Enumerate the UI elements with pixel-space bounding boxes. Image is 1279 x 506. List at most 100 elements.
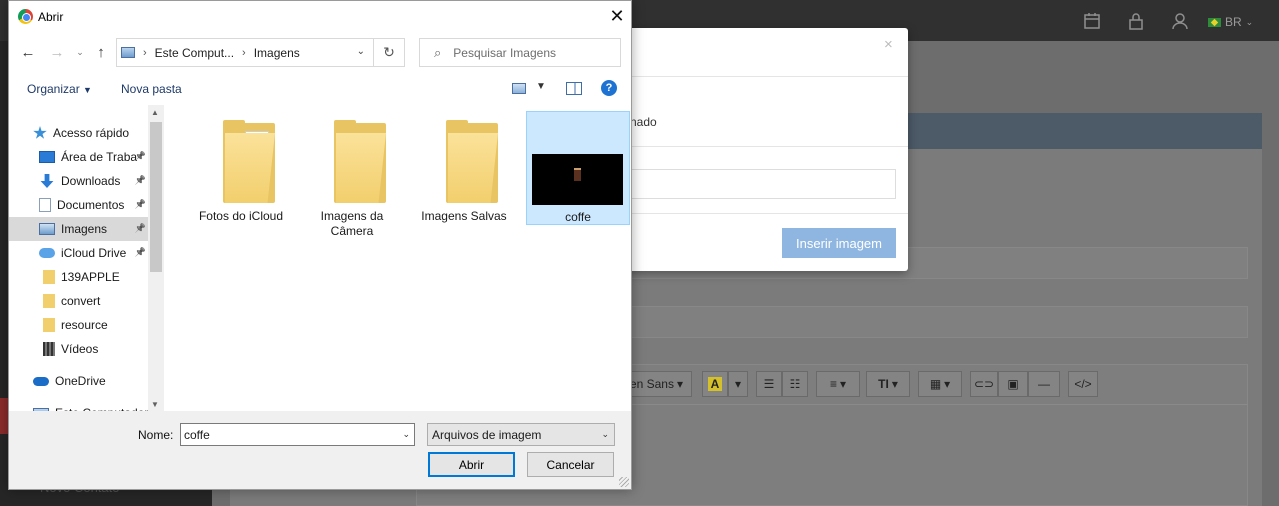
sidebar-item-downloads[interactable]: Downloads 📌 bbox=[9, 169, 148, 193]
lock-icon[interactable] bbox=[1127, 12, 1145, 30]
back-arrow-icon[interactable]: ← bbox=[18, 42, 38, 62]
sidebar-item-acesso-r-pido[interactable]: Acesso rápido bbox=[9, 121, 148, 145]
caret-icon: ▾ bbox=[676, 377, 683, 391]
caret-icon: ▼ bbox=[83, 85, 92, 95]
dialog-titlebar[interactable]: Abrir ✕ bbox=[9, 1, 631, 32]
star-icon bbox=[33, 126, 47, 139]
scroll-down-icon[interactable]: ▼ bbox=[151, 400, 159, 409]
file-label: coffe bbox=[565, 210, 591, 224]
refresh-icon[interactable]: ↻ bbox=[374, 38, 405, 67]
folder-icon bbox=[43, 318, 55, 332]
file-label: Fotos do iCloud bbox=[198, 209, 284, 223]
sidebar-item-resource[interactable]: resource bbox=[9, 313, 148, 337]
resize-grip-icon[interactable] bbox=[619, 477, 629, 487]
help-icon[interactable]: ? bbox=[601, 80, 617, 96]
code-icon: </> bbox=[1074, 377, 1092, 391]
sidebar-item-139apple[interactable]: 139APPLE bbox=[9, 265, 148, 289]
close-button[interactable]: ✕ bbox=[605, 4, 629, 28]
modal-close-icon[interactable]: × bbox=[884, 36, 893, 53]
breadcrumb-this-pc[interactable]: Este Comput... bbox=[155, 46, 234, 60]
align-icon: ≡ bbox=[829, 377, 837, 391]
sidebar-item-label: Downloads bbox=[61, 174, 121, 188]
open-button[interactable]: Abrir bbox=[428, 452, 515, 477]
file-type-value: Arquivos de imagem bbox=[432, 427, 542, 442]
brazil-flag-icon bbox=[1208, 17, 1221, 27]
nav-scrollbar[interactable]: ▲ ▼ bbox=[148, 105, 164, 411]
dialog-title: Abrir bbox=[38, 10, 64, 24]
text-size-dropdown[interactable]: TI ▾ bbox=[866, 371, 910, 397]
open-file-dialog: Abrir ✕ ← → ⌄ ↑ › Este Comput... › Image… bbox=[8, 0, 632, 490]
sidebar-item-icloud-drive[interactable]: iCloud Drive 📌 bbox=[9, 241, 148, 265]
file-name-input[interactable]: coffe ⌄ bbox=[180, 423, 415, 446]
cancel-button[interactable]: Cancelar bbox=[527, 452, 614, 477]
change-view-icon[interactable] bbox=[512, 83, 526, 94]
chevron-down-icon: ⌄ bbox=[1245, 16, 1254, 27]
pin-icon: 📌 bbox=[134, 175, 146, 185]
file-label: Imagens Salvas bbox=[421, 209, 507, 223]
documents-icon bbox=[39, 198, 51, 212]
sidebar-item-onedrive[interactable]: OneDrive bbox=[9, 369, 148, 393]
image-button[interactable]: ▣ bbox=[998, 371, 1028, 397]
text-color-dropdown[interactable]: ▾ bbox=[728, 371, 748, 397]
sidebar-item-label: convert bbox=[61, 294, 101, 308]
scroll-up-icon[interactable]: ▲ bbox=[151, 108, 159, 117]
recent-locations-icon[interactable]: ⌄ bbox=[70, 42, 90, 62]
sidebar-item-label: Acesso rápido bbox=[53, 126, 130, 140]
sidebar-item-label: Vídeos bbox=[61, 342, 99, 356]
pictures-icon bbox=[39, 223, 55, 235]
sidebar-item-imagens[interactable]: Imagens 📌 bbox=[9, 217, 148, 241]
view-options-caret-icon[interactable]: ▼ bbox=[536, 81, 546, 92]
search-box[interactable]: ⌕ Pesquisar Imagens bbox=[419, 38, 621, 67]
sidebar-item-documentos[interactable]: Documentos 📌 bbox=[9, 193, 148, 217]
folder-icon bbox=[334, 120, 386, 203]
bullet-list-button[interactable]: ☰ bbox=[756, 371, 782, 397]
sidebar-active-indicator bbox=[0, 398, 8, 434]
navigation-pane: Acesso rápido Área de Traba 📌 Downloads 📌 Doc… bbox=[9, 105, 164, 411]
insert-image-button[interactable]: Inserir imagem bbox=[782, 228, 896, 258]
modal-divider bbox=[612, 213, 908, 214]
up-arrow-icon[interactable]: ↑ bbox=[91, 42, 111, 62]
coffee-cup-icon bbox=[574, 168, 581, 181]
chevron-down-icon[interactable]: ⌄ bbox=[402, 429, 410, 440]
breadcrumb-pictures[interactable]: Imagens bbox=[254, 46, 300, 60]
folder-icon bbox=[223, 120, 275, 203]
code-view-button[interactable]: </> bbox=[1068, 371, 1098, 397]
address-bar[interactable]: › Este Comput... › Imagens ⌄ bbox=[116, 38, 374, 67]
file-item-imagens-salvas[interactable]: Imagens Salvas bbox=[412, 111, 516, 225]
caret-icon: ▾ bbox=[734, 377, 742, 391]
text-color-button[interactable]: A bbox=[702, 371, 728, 397]
dialog-footer: Nome: coffe ⌄ Arquivos de imagem ⌄ Abrir… bbox=[9, 411, 631, 489]
sidebar-item-convert[interactable]: convert bbox=[9, 289, 148, 313]
desktop-icon bbox=[39, 151, 55, 163]
table-icon: ▦ bbox=[929, 377, 942, 391]
table-dropdown[interactable]: ▦ ▾ bbox=[918, 371, 962, 397]
file-item-imagens-da-camera[interactable]: Imagens da Câmera bbox=[300, 111, 404, 238]
file-name-value: coffe bbox=[184, 427, 210, 442]
folder-icon bbox=[43, 294, 55, 308]
link-button[interactable]: ⊂⊃ bbox=[970, 371, 998, 397]
organize-menu[interactable]: Organizar ▼ bbox=[27, 82, 92, 96]
sidebar-item-este-computador[interactable]: Este Computador bbox=[9, 401, 148, 411]
numbered-list-button[interactable]: ☷ bbox=[782, 371, 808, 397]
search-icon: ⌕ bbox=[434, 44, 442, 60]
pin-icon: 📌 bbox=[134, 151, 146, 161]
nav-scrollbar-thumb[interactable] bbox=[150, 122, 162, 272]
file-item-coffe[interactable]: coffe bbox=[526, 111, 630, 225]
sidebar-item--rea-de-traba[interactable]: Área de Traba 📌 bbox=[9, 145, 148, 169]
user-icon[interactable] bbox=[1171, 12, 1189, 30]
new-folder-button[interactable]: Nova pasta bbox=[121, 82, 182, 96]
paragraph-align-dropdown[interactable]: ≡ ▾ bbox=[816, 371, 860, 397]
chevron-down-icon[interactable]: ⌄ bbox=[357, 46, 365, 57]
preview-pane-icon[interactable] bbox=[566, 82, 582, 95]
file-type-select[interactable]: Arquivos de imagem ⌄ bbox=[427, 423, 615, 446]
font-family-label: en Sans bbox=[629, 377, 674, 391]
language-selector[interactable]: BR ⌄ bbox=[1208, 15, 1253, 29]
sidebar-item-v-deos[interactable]: Vídeos bbox=[9, 337, 148, 361]
sidebar-item-label: Área de Traba bbox=[61, 150, 138, 164]
forward-arrow-icon[interactable]: → bbox=[47, 42, 67, 62]
file-item-fotos-do-icloud[interactable]: Fotos do iCloud bbox=[189, 111, 293, 225]
calendar-icon[interactable] bbox=[1083, 12, 1101, 30]
breadcrumb-separator-icon: › bbox=[242, 46, 246, 59]
image-url-input[interactable] bbox=[612, 169, 896, 199]
horizontal-rule-button[interactable]: — bbox=[1028, 371, 1060, 397]
